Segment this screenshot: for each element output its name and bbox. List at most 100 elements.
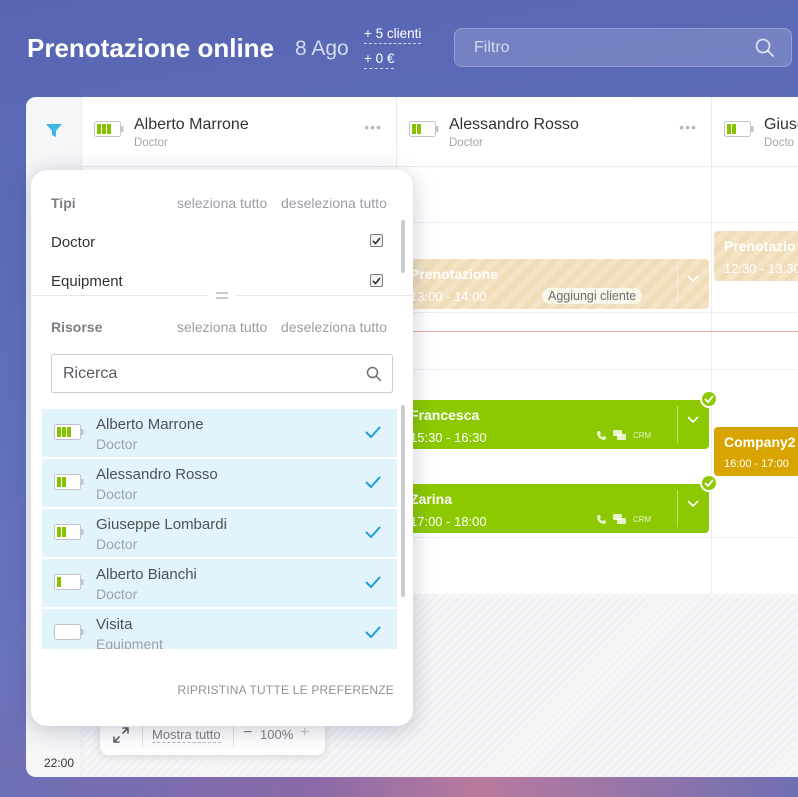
type-checkbox-doctor[interactable] (370, 234, 383, 247)
chevron-down-icon[interactable] (687, 275, 699, 283)
resource-search[interactable] (51, 354, 393, 393)
resource-item-name: Alberto Marrone (96, 416, 204, 433)
battery-icon (54, 524, 84, 540)
resource-list-item[interactable]: Alberto Marrone Doctor (42, 409, 397, 457)
divider (233, 723, 234, 747)
resource-name: Alberto Marrone (134, 116, 249, 133)
type-label-doctor: Doctor (51, 234, 96, 251)
resource-column-header[interactable]: Giuse Docto (712, 97, 798, 167)
event-contact-icons: CRM (596, 514, 651, 525)
booking-event-pending[interactable]: Prenotazione 13:00 - 14:00 Aggiungi clie… (400, 259, 709, 309)
event-menu-divider (677, 406, 709, 443)
battery-icon (724, 121, 754, 137)
battery-icon (409, 121, 439, 137)
resource-item-role: Doctor (96, 486, 138, 502)
zoom-level: 100% (260, 727, 294, 742)
booking-event[interactable]: Company2 16:00 - 17:00 (714, 427, 798, 476)
check-icon (365, 476, 381, 488)
event-title: Prenotazione (410, 266, 498, 282)
event-menu-divider (677, 265, 709, 303)
resource-item-role: Doctor (96, 436, 138, 452)
event-time: 12:30 - 13:30 (724, 261, 798, 276)
resource-name: Giuse (764, 116, 798, 133)
booking-event-pending[interactable]: Prenotazio 12:30 - 13:30 (714, 231, 798, 281)
event-time: 17:00 - 18:00 (410, 514, 487, 529)
resource-column-header[interactable]: Alberto Marrone Doctor ••• (82, 97, 397, 167)
check-icon (365, 426, 381, 438)
resource-item-name: Alessandro Rosso (96, 466, 218, 483)
show-all-button[interactable]: Mostra tutto (152, 727, 221, 743)
zoom-in-button[interactable]: + (300, 724, 309, 742)
type-checkbox-equipment[interactable] (370, 274, 383, 287)
phone-icon (597, 515, 606, 524)
check-icon (365, 576, 381, 588)
chat-icon (613, 514, 626, 524)
types-deselect-all-link[interactable]: deseleziona tutto (281, 195, 387, 211)
booking-event[interactable]: Francesca 15:30 - 16:30 CRM (400, 400, 709, 449)
battery-icon (94, 121, 124, 137)
time-label: 22:00 (44, 756, 75, 770)
resource-list-item[interactable]: Alberto Bianchi Doctor (42, 559, 397, 607)
resource-item-role: Equipment (96, 636, 163, 649)
resource-column-header[interactable]: Alessandro Rosso Doctor ••• (397, 97, 712, 167)
filter-input[interactable] (455, 29, 791, 66)
phone-icon (597, 431, 606, 440)
event-title: Francesca (410, 407, 480, 423)
resource-name: Alessandro Rosso (449, 116, 579, 133)
event-time: 15:30 - 16:30 (410, 430, 487, 445)
resource-list-item[interactable]: Visita Equipment (42, 609, 397, 649)
types-scrollbar[interactable] (401, 220, 405, 273)
resource-list-scrollbar[interactable] (401, 405, 405, 597)
confirmed-check-icon (700, 390, 718, 408)
event-title: Company2 (724, 434, 796, 450)
resource-list-item[interactable]: Alessandro Rosso Doctor (42, 459, 397, 507)
filter-search[interactable] (454, 28, 792, 67)
event-title: Zarina (410, 491, 453, 507)
resource-item-name: Giuseppe Lombardi (96, 516, 227, 533)
event-time: 16:00 - 17:00 (724, 458, 789, 470)
type-label-equipment: Equipment (51, 273, 123, 290)
resource-role: Docto (764, 137, 795, 149)
resource-item-name: Visita (96, 616, 133, 633)
expand-icon[interactable] (112, 726, 130, 744)
battery-icon (54, 424, 84, 440)
clients-stat[interactable]: + 5 clienti (364, 26, 422, 44)
chevron-down-icon[interactable] (687, 500, 699, 508)
resources-heading: Risorse (51, 319, 103, 335)
resource-list-item[interactable]: Giuseppe Lombardi Doctor (42, 509, 397, 557)
current-date[interactable]: 8 Ago (295, 37, 349, 61)
resources-select-all-link[interactable]: seleziona tutto (177, 319, 267, 335)
resource-search-input[interactable] (52, 355, 392, 392)
reset-preferences-button[interactable]: RIPRISTINA TUTTE LE PREFERENZE (178, 683, 394, 697)
check-icon (365, 626, 381, 638)
resource-list: Alberto Marrone Doctor Alessandro Rosso … (42, 409, 397, 649)
chevron-down-icon[interactable] (687, 416, 699, 424)
chat-icon (613, 430, 626, 440)
types-select-all-link[interactable]: seleziona tutto (177, 195, 267, 211)
event-menu-divider (677, 490, 709, 527)
types-heading: Tipi (51, 195, 76, 211)
event-contact-icons: CRM (596, 430, 651, 441)
filter-funnel-icon[interactable] (45, 123, 63, 139)
battery-icon (54, 574, 84, 590)
add-client-button[interactable]: Aggiungi cliente (542, 288, 643, 304)
event-time: 13:00 - 14:00 (410, 289, 487, 304)
event-title: Prenotazio (724, 238, 796, 254)
filter-panel: Tipi seleziona tutto deseleziona tutto D… (31, 170, 413, 726)
crm-label: CRM (633, 515, 652, 524)
resource-item-role: Doctor (96, 536, 138, 552)
resources-deselect-all-link[interactable]: deseleziona tutto (281, 319, 387, 335)
more-icon[interactable]: ••• (679, 119, 697, 135)
resource-item-role: Doctor (96, 586, 138, 602)
resource-role: Doctor (449, 137, 483, 149)
page-title: Prenotazione online (27, 33, 275, 63)
search-icon[interactable] (755, 38, 775, 58)
resize-handle-icon[interactable] (208, 287, 236, 303)
zoom-out-button[interactable]: − (243, 724, 252, 742)
resource-role: Doctor (134, 137, 168, 149)
search-icon[interactable] (366, 366, 382, 382)
more-icon[interactable]: ••• (364, 119, 382, 135)
battery-icon (54, 474, 84, 490)
revenue-stat[interactable]: + 0 € (364, 51, 395, 69)
booking-event[interactable]: Zarina 17:00 - 18:00 CRM (400, 484, 709, 533)
